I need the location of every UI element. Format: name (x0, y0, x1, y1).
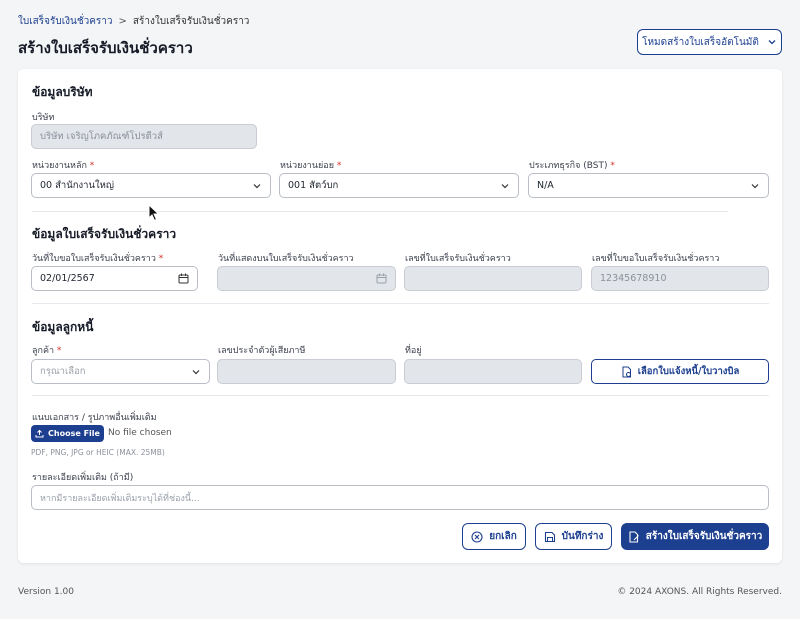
page-title: สร้างใบเสร็จรับเงินชั่วคราว (18, 39, 193, 57)
copyright-text: © 2024 AXONS. All Rights Reserved. (617, 587, 782, 597)
version-text: Version 1.00 (18, 587, 74, 597)
attachment-label: แนบเอกสาร / รูปภาพอื่นเพิ่มเติม (32, 413, 157, 423)
customer-label: ลูกค้า * (32, 346, 62, 356)
receipt-no-label: เลขที่ใบเสร็จรับเงินชั่วคราว (405, 254, 511, 264)
auto-mode-dropdown-button[interactable]: โหมดสร้างใบเสร็จอัตโนมัติ (637, 29, 782, 55)
select-invoice-label: เลือกใบแจ้งหนี้/ใบวางบิล (637, 366, 740, 377)
save-draft-button[interactable]: บันทึกร่าง (535, 523, 612, 550)
receipt-no-input (404, 266, 582, 291)
chevron-down-icon (751, 183, 759, 188)
select-invoice-button[interactable]: เลือกใบแจ้งหนี้/ใบวางบิล (591, 359, 769, 384)
create-document-icon (629, 530, 639, 543)
tax-id-input (217, 359, 396, 384)
create-receipt-label: สร้างใบเสร็จรับเงินชั่วคราว (645, 531, 763, 542)
calendar-icon[interactable] (178, 273, 189, 284)
display-date-input (217, 266, 396, 291)
customer-select[interactable]: กรุณาเลือก (31, 359, 210, 384)
calendar-icon (376, 273, 387, 284)
debtor-section-title: ข้อมูลลูกหนี้ (32, 320, 94, 334)
receipt-section-title: ข้อมูลใบเสร็จรับเงินชั่วคราว (32, 227, 177, 241)
address-label: ที่อยู่ (405, 346, 422, 356)
mouse-cursor-icon (148, 204, 160, 222)
business-type-label: ประเภทธุรกิจ (BST) * (529, 161, 615, 171)
breadcrumb-separator: > (118, 16, 127, 27)
cancel-circle-icon (471, 530, 483, 543)
company-label: บริษัท (32, 113, 55, 123)
section-divider (32, 303, 769, 304)
save-draft-label: บันทึกร่าง (561, 531, 604, 542)
main-unit-label: หน่วยงานหลัก * (32, 161, 95, 171)
sub-unit-select[interactable]: 001 สัตว์บก (279, 173, 519, 198)
breadcrumb-current: สร้างใบเสร็จรับเงินชั่วคราว (132, 16, 250, 27)
choose-file-label: Choose File (48, 429, 100, 438)
chevron-down-icon (192, 369, 200, 374)
cancel-button[interactable]: ยกเลิก (462, 523, 526, 550)
document-icon (622, 366, 631, 377)
main-unit-select[interactable]: 00 สำนักงานใหญ่ (31, 173, 271, 198)
choose-file-button[interactable]: Choose File (31, 425, 104, 442)
details-input[interactable]: หากมีรายละเอียดเพิ่มเติมระบุได้ที่ช่องนี… (31, 485, 769, 510)
tax-id-label: เลขประจำตัวผู้เสียภาษี (218, 346, 306, 356)
sub-unit-label: หน่วยงานย่อย * (280, 161, 342, 171)
file-hint: PDF, PNG, JPG or HEIC (MAX. 25MB) (31, 448, 165, 457)
address-input (404, 359, 582, 384)
auto-mode-label: โหมดสร้างใบเสร็จอัตโนมัติ (642, 36, 759, 48)
chevron-down-icon (253, 183, 261, 188)
create-receipt-button[interactable]: สร้างใบเสร็จรับเงินชั่วคราว (621, 523, 769, 550)
breadcrumb-link-receipts[interactable]: ใบเสร็จรับเงินชั่วคราว (18, 14, 113, 29)
request-no-label: เลขที่ใบขอใบเสร็จรับเงินชั่วคราว (592, 254, 720, 264)
save-draft-icon (544, 531, 555, 542)
chevron-down-icon (501, 183, 509, 188)
business-type-select[interactable]: N/A (528, 173, 769, 198)
details-label: รายละเอียดเพิ่มเติม (ถ้ามี) (32, 473, 134, 483)
no-file-text: No file chosen (108, 428, 172, 438)
display-date-label: วันที่แสดงบนใบเสร็จรับเงินชั่วคราว (218, 254, 354, 264)
breadcrumb: ใบเสร็จรับเงินชั่วคราว > สร้างใบเสร็จรับ… (18, 14, 249, 29)
company-field: บริษัท เจริญโภคภัณฑ์โปรตีวส์ (31, 124, 257, 149)
form-card: ข้อมูลบริษัท บริษัท บริษัท เจริญโภคภัณฑ์… (18, 69, 782, 563)
chevron-down-icon (768, 40, 776, 45)
cancel-label: ยกเลิก (489, 531, 517, 542)
upload-icon (35, 429, 44, 438)
request-date-label: วันที่ใบขอใบเสร็จรับเงินชั่วคราว * (32, 254, 164, 264)
request-no-input: 12345678910 (591, 266, 769, 291)
section-divider (32, 211, 728, 212)
company-section-title: ข้อมูลบริษัท (32, 85, 93, 99)
section-divider (32, 395, 769, 396)
request-date-input[interactable]: 02/01/2567 (31, 266, 198, 291)
